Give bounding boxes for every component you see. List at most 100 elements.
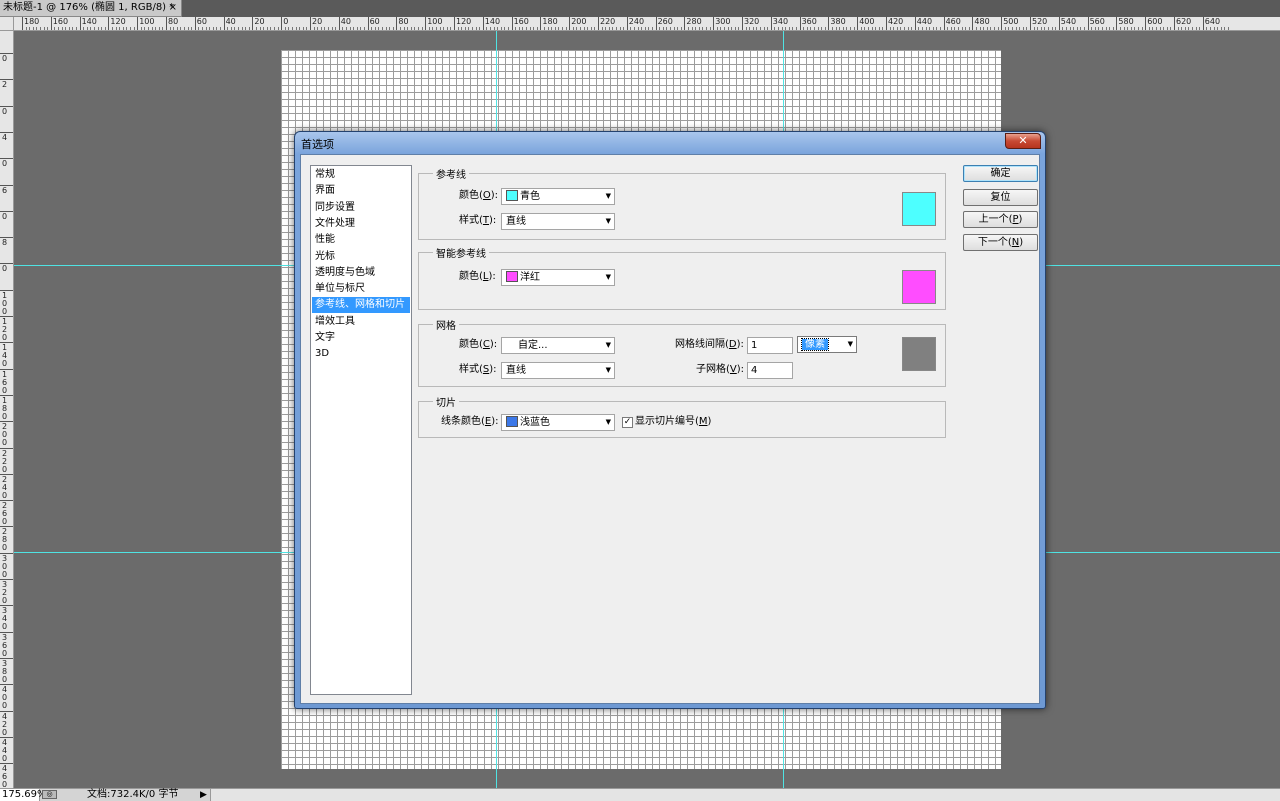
ruler-minor-tick (572, 27, 574, 30)
ruler-minor-tick (835, 27, 837, 30)
ruler-label: 120 (456, 17, 472, 26)
ruler-minor-tick (695, 27, 697, 30)
ruler-minor-tick (162, 27, 164, 30)
show-slice-numbers-checkbox[interactable]: ✓ (622, 417, 633, 428)
ruler-minor-tick (900, 27, 902, 30)
category-item[interactable]: 文字 (312, 330, 410, 346)
ruler-minor-tick (245, 27, 247, 30)
smart-guides-color-select[interactable]: 洋红 ▼ (501, 269, 615, 286)
ruler-label: 6 (2, 185, 8, 195)
category-item[interactable]: 透明度与色域 (312, 265, 410, 281)
grid-color-label: 颜色(C): (459, 339, 498, 350)
ruler-minor-tick (328, 27, 329, 30)
dialog-close-button[interactable]: ✕ (1005, 133, 1041, 149)
grid-color-preview[interactable] (902, 337, 936, 371)
ruler-minor-tick (1008, 27, 1010, 30)
ruler-minor-tick (1148, 27, 1150, 30)
ruler-minor-tick (306, 27, 308, 30)
ok-button[interactable]: 确定 (963, 165, 1038, 182)
slice-line-color-select[interactable]: 浅蓝色 ▼ (501, 414, 615, 431)
ruler-minor-tick (169, 27, 171, 30)
ruler-minor-tick (1073, 27, 1075, 30)
ruler-minor-tick (698, 27, 700, 30)
category-item[interactable]: 参考线、网格和切片 (312, 297, 410, 314)
ruler-minor-tick (238, 27, 239, 30)
guides-color-select[interactable]: 青色 ▼ (501, 188, 615, 205)
ruler-minor-tick (90, 27, 92, 30)
ruler-minor-tick (1051, 27, 1053, 30)
category-item[interactable]: 文件处理 (312, 216, 410, 232)
ruler-label: 640 (1204, 17, 1221, 26)
ruler-minor-tick (731, 27, 733, 30)
grid-subdivisions-label: 子网格(V): (696, 364, 745, 375)
grid-interval-input[interactable]: 1 (747, 337, 793, 354)
dialog-title: 首选项 (301, 138, 334, 151)
category-item[interactable]: 界面 (312, 183, 410, 199)
guides-group-title: 参考线 (433, 166, 469, 181)
ruler-minor-tick (205, 27, 207, 30)
ruler-minor-tick (446, 27, 448, 30)
document-tab[interactable]: 未标题-1 @ 176% (椭圆 1, RGB/8) * × (0, 0, 182, 17)
smart-guides-color-preview[interactable] (902, 270, 936, 304)
ruler-minor-tick (1076, 27, 1078, 30)
grid-style-select[interactable]: 直线 ▼ (501, 362, 615, 379)
vertical-ruler[interactable]: 0 2 0 4 0 6 0 8 0 100 120 140 160 180 200 220 240 260 280 3… (0, 31, 14, 788)
preferences-dialog: 首选项 ✕ 常规 界面 同步设置 文件处理 性能 光标 透明度与色域 单位与标尺 参考线、网格和… (294, 131, 1046, 709)
ruler-minor-tick (612, 27, 614, 30)
smart-guides-color-swatch (506, 271, 518, 282)
status-info-icon[interactable]: ◎ (42, 790, 57, 799)
ruler-minor-tick (72, 27, 74, 30)
ruler-minor-tick (1184, 27, 1186, 30)
ruler-label: 200 (2, 422, 8, 448)
previous-button[interactable]: 上一个(P) (963, 211, 1038, 228)
category-item[interactable]: 3D (312, 346, 410, 362)
ruler-label: 380 (2, 658, 8, 684)
category-item[interactable]: 常规 (312, 167, 410, 183)
ruler-label: 60 (369, 17, 380, 26)
ruler-label: 160 (52, 17, 69, 26)
status-menu-arrow-icon[interactable]: ▶ (200, 789, 207, 801)
show-slice-numbers-label[interactable]: 显示切片编号(M) (635, 414, 711, 430)
guides-style-select[interactable]: 直线 ▼ (501, 213, 615, 230)
category-item[interactable]: 光标 (312, 249, 410, 265)
ruler-label: 300 (2, 553, 8, 579)
category-item[interactable]: 单位与标尺 (312, 281, 410, 297)
ruler-minor-tick (616, 27, 617, 30)
grid-unit-select[interactable]: 像素 ▼ (797, 336, 857, 353)
close-tab-icon[interactable]: × (169, 0, 177, 16)
ruler-minor-tick (1022, 27, 1024, 30)
ruler-minor-tick (702, 27, 704, 30)
ruler-minor-tick (958, 27, 959, 30)
ruler-corner[interactable] (0, 17, 14, 31)
ruler-label: 320 (744, 17, 760, 26)
ruler-label: 240 (628, 17, 645, 26)
ruler-minor-tick (439, 27, 441, 30)
grid-subdivisions-input[interactable]: 4 (747, 362, 793, 379)
ruler-minor-tick (1213, 27, 1215, 30)
ruler-label: 100 (427, 17, 443, 26)
zoom-field[interactable]: 175.69% (0, 789, 47, 801)
horizontal-scrollbar[interactable] (210, 789, 1280, 801)
ruler-minor-tick (1019, 27, 1021, 30)
ruler-minor-tick (410, 27, 412, 30)
ruler-label: 320 (2, 580, 8, 605)
grid-color-select[interactable]: 自定... ▼ (501, 337, 615, 354)
guides-color-preview[interactable] (902, 192, 936, 226)
ruler-minor-tick (817, 27, 819, 30)
dropdown-arrow-icon: ▼ (605, 366, 611, 374)
ruler-minor-tick (788, 27, 790, 30)
ruler-minor-tick (126, 27, 128, 30)
ruler-minor-tick (457, 27, 459, 30)
ruler-minor-tick (97, 27, 99, 30)
category-item[interactable]: 性能 (312, 232, 410, 248)
ruler-minor-tick (785, 27, 787, 30)
category-item[interactable]: 同步设置 (312, 200, 410, 216)
ruler-minor-tick (443, 27, 445, 30)
next-button[interactable]: 下一个(N) (963, 234, 1038, 251)
ruler-minor-tick (464, 27, 466, 30)
reset-button[interactable]: 复位 (963, 189, 1038, 206)
ruler-label: 280 (2, 527, 8, 553)
ruler-minor-tick (576, 27, 578, 30)
category-item[interactable]: 增效工具 (312, 314, 410, 330)
horizontal-ruler[interactable]: 180 160 140 120 100 80 60 40 20 0 20 40 60 80 100 120 14… (14, 17, 1280, 31)
